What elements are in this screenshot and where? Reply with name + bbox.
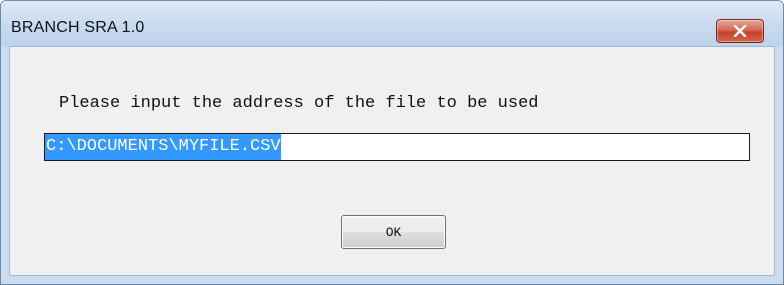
title-bar[interactable]: BRANCH SRA 1.0 [1,1,783,46]
file-path-value[interactable]: C:\DOCUMENTS\MYFILE.CSV [45,134,281,160]
ok-button[interactable]: OK [341,215,446,249]
prompt-label: Please input the address of the file to … [59,94,539,113]
file-path-input[interactable]: C:\DOCUMENTS\MYFILE.CSV [44,133,750,161]
window-title: BRANCH SRA 1.0 [11,19,145,36]
dialog-window: BRANCH SRA 1.0 Please input the address … [0,0,784,285]
dialog-body: Please input the address of the file to … [9,46,775,276]
close-button[interactable] [716,19,764,43]
close-x-icon [733,25,747,37]
